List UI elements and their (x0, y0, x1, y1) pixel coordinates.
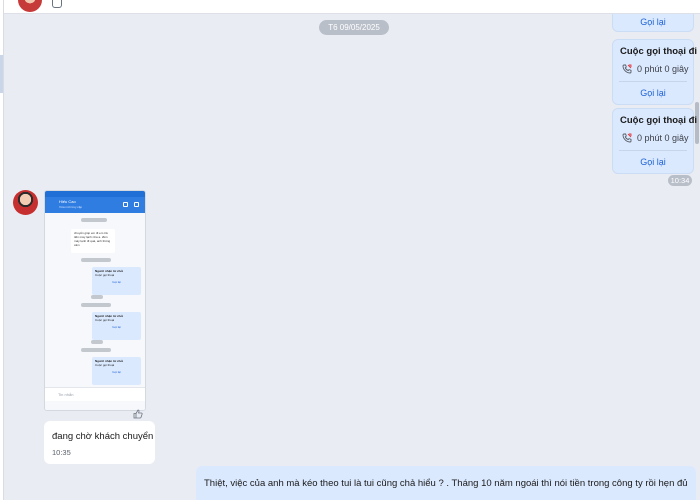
message-time: 10:35 (52, 448, 71, 457)
call-card-duration: 0 phút 0 giây (613, 126, 693, 150)
mini-nav-bar (45, 401, 145, 410)
mini-call-card: Người nhận từ chối Cuộc gọi thoại Gọi lạ… (92, 312, 141, 340)
mini-card-action: Gọi lại (112, 280, 121, 284)
outgoing-message-bubble[interactable]: Thiệt, việc của anh mà kéo theo tui là t… (196, 466, 696, 500)
outgoing-call-icon (622, 133, 632, 143)
mini-text-bubble: chuyển giùp em đi em trả tiền máy lạnh n… (71, 229, 115, 253)
outgoing-call-icon (622, 64, 632, 74)
mini-header-name: Hiếu Cao (59, 199, 76, 204)
mini-time-chip (91, 295, 103, 299)
mini-video-icon (134, 202, 139, 207)
mini-date-chip (81, 303, 111, 307)
call-card-title: Cuộc gọi thoại đi (620, 46, 698, 57)
left-rail-active-mark (0, 55, 3, 93)
call-card-partial-callback[interactable]: Gọi lại (612, 14, 694, 32)
call-card: Cuộc gọi thoại đi 0 phút 0 giây Gọi lại (612, 108, 698, 174)
header-avatar[interactable] (18, 0, 42, 12)
left-rail (0, 0, 4, 500)
mini-chat-header: Hiếu Cao Vừa mới truy cập (45, 197, 145, 213)
header-action-icon[interactable] (52, 0, 62, 8)
screenshot-image-message[interactable]: Hiếu Cao Vừa mới truy cập chuyển giùp em… (44, 190, 146, 411)
chat-scrollbar[interactable] (694, 14, 700, 500)
mini-date-chip (81, 258, 111, 262)
like-icon[interactable] (133, 408, 143, 419)
mini-input-bar: Tin nhắn (45, 387, 145, 401)
call-card: Cuộc gọi thoại đi 0 phút 0 giây Gọi lại (612, 39, 698, 105)
call-duration-text: 0 phút 0 giây (637, 64, 689, 74)
mini-call-card: Người nhận từ chối Cuộc gọi thoại Gọi lạ… (92, 357, 141, 385)
mini-header-sub: Vừa mới truy cập (59, 205, 83, 209)
mini-call-icon (123, 202, 128, 207)
mini-card-sub: Cuộc gọi thoại (95, 318, 115, 322)
message-text: Thiệt, việc của anh mà kéo theo tui là t… (204, 478, 688, 489)
mini-time-chip (91, 340, 103, 344)
mini-card-action: Gọi lại (112, 325, 121, 329)
call-duration-text: 0 phút 0 giây (637, 133, 689, 143)
date-separator: T6 09/05/2025 (319, 20, 389, 35)
mini-card-action: Gọi lại (112, 370, 121, 374)
chat-avatar[interactable] (13, 190, 38, 215)
chat-header (4, 0, 700, 14)
callback-button[interactable]: Gọi lại (613, 82, 693, 104)
message-time: 10:34 (668, 175, 692, 186)
mini-date-chip (81, 218, 107, 222)
mini-card-sub: Cuộc gọi thoại (95, 273, 115, 277)
call-card-duration: 0 phút 0 giây (613, 57, 693, 81)
callback-button[interactable]: Gọi lại (613, 151, 693, 173)
mini-call-card: Người nhận từ chối Cuộc gọi thoại Gọi lạ… (92, 267, 141, 295)
mini-date-chip (81, 348, 111, 352)
incoming-message-bubble[interactable]: đang chờ khách chuyển 10:35 (44, 421, 155, 464)
mini-input-placeholder: Tin nhắn (58, 392, 74, 397)
message-text: đang chờ khách chuyển (52, 431, 154, 442)
mini-card-sub: Cuộc gọi thoại (95, 363, 115, 367)
call-card-title: Cuộc gọi thoại đi (620, 115, 698, 126)
